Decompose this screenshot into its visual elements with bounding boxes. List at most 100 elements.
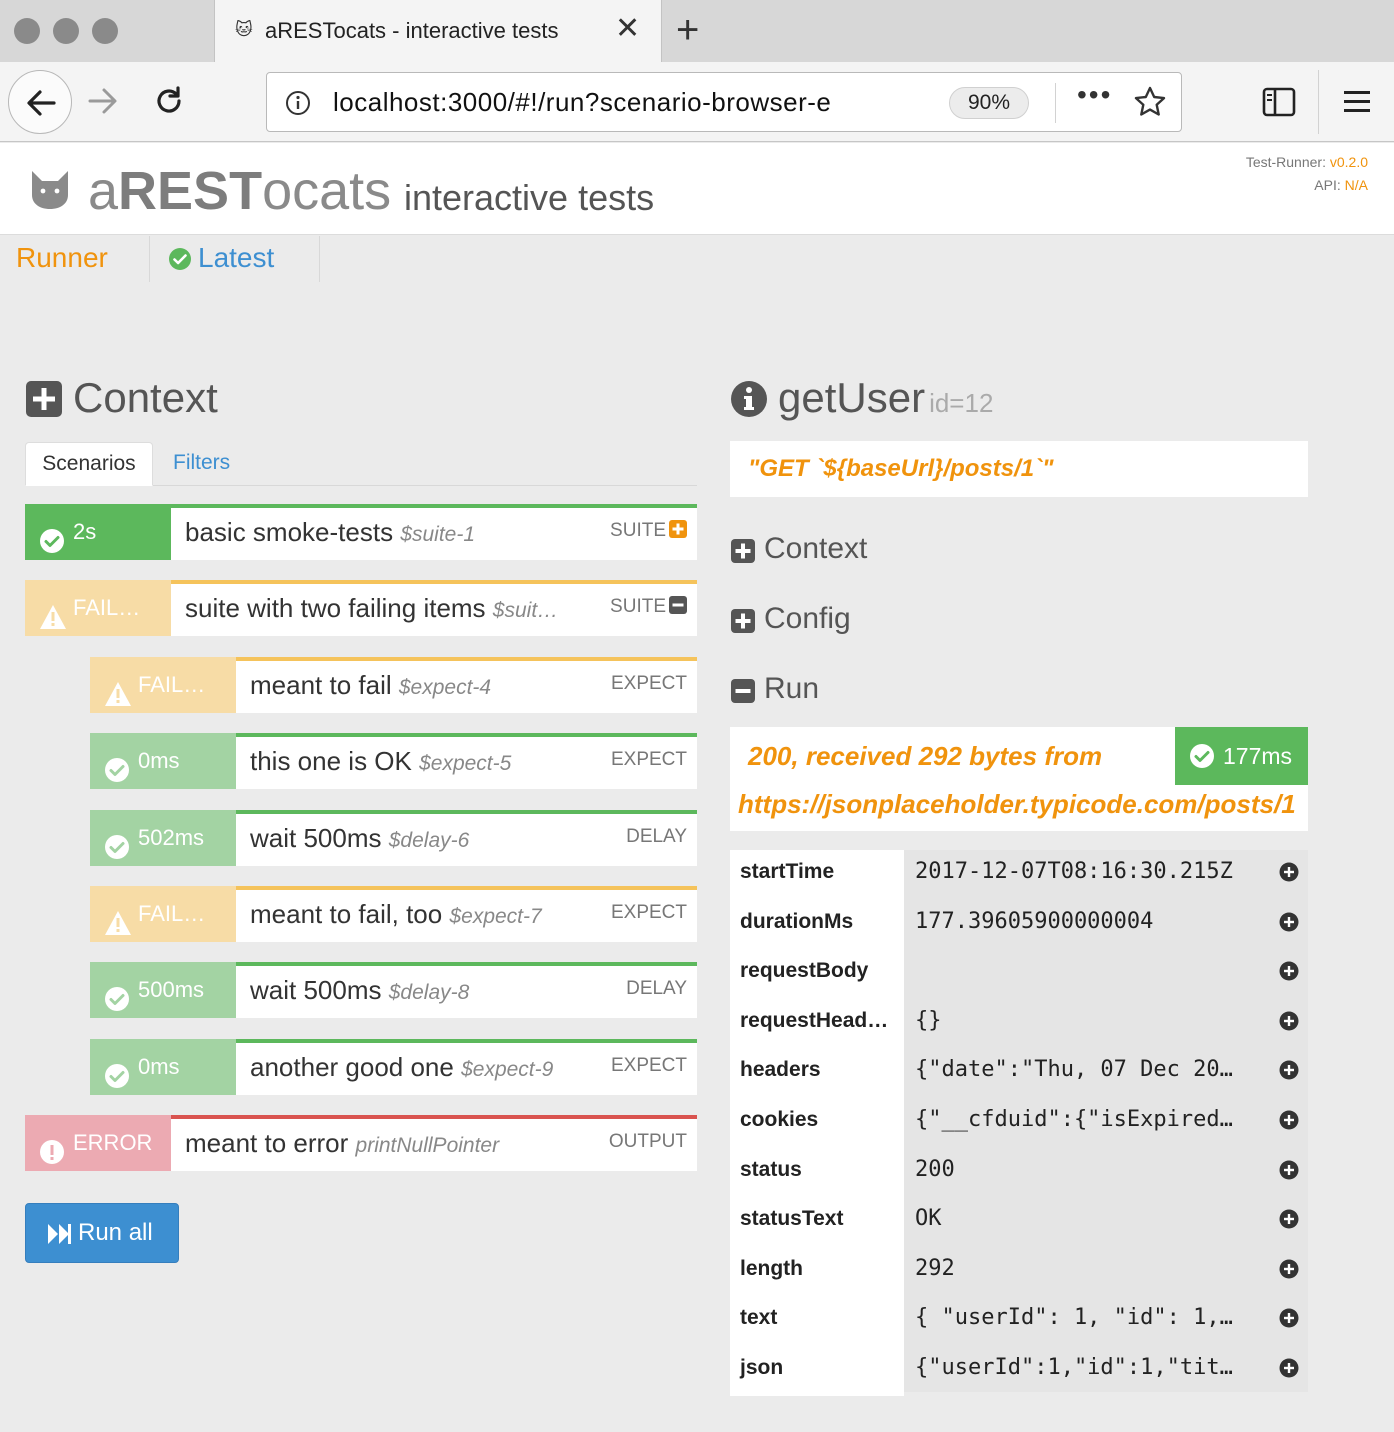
response-field-row: cookies {"__cfduid":{"isExpired… — [730, 1098, 1308, 1148]
scenario-status-text: ERROR — [73, 1130, 153, 1156]
scenario-status-badge[interactable]: FAIL… — [90, 886, 236, 942]
scenario-body[interactable]: this one is OK $expect-5 EXPECT — [236, 733, 697, 790]
warning-triangle-icon — [40, 605, 66, 630]
plus-square-icon[interactable] — [669, 520, 687, 538]
run-all-button[interactable]: Run all — [25, 1203, 179, 1263]
page-actions-icon[interactable]: ••• — [1077, 79, 1112, 111]
scenario-kind-label: OUTPUT — [608, 1131, 687, 1153]
scenario-status-badge[interactable]: 502ms — [90, 809, 236, 866]
scenario-row[interactable]: FAIL… suite with two failing items $suit…… — [25, 580, 697, 637]
tab-filters[interactable]: Filters — [173, 442, 230, 484]
zoom-level-badge[interactable]: 90% — [949, 87, 1029, 119]
version-info: Test-Runner: v0.2.0 API: N/A — [1246, 151, 1368, 197]
scenario-ref: $expect-4 — [398, 675, 492, 699]
response-field-row: status 200 — [730, 1147, 1308, 1198]
tab-scenarios[interactable]: Scenarios — [25, 442, 153, 486]
result-url-link[interactable]: https://jsonplaceholder.typicode.com/pos… — [738, 789, 1296, 820]
scenario-kind-label: SUITE — [610, 520, 666, 541]
new-tab-icon[interactable]: + — [676, 10, 699, 50]
window-minimize-dot[interactable] — [53, 18, 79, 44]
address-bar[interactable]: localhost:3000/#!/run?scenario-browser-e… — [266, 72, 1182, 132]
app-header: aRESTocats interactive tests Test-Runner… — [0, 143, 1394, 235]
menu-item-runner[interactable]: Runner — [0, 236, 150, 282]
scenario-body[interactable]: wait 500ms $delay-6 DELAY — [236, 809, 697, 866]
arrow-right-icon[interactable] — [86, 84, 120, 118]
context-title-text: Context — [73, 374, 218, 421]
scenario-body[interactable]: wait 500ms $delay-8 DELAY — [236, 962, 697, 1019]
scenario-status-badge[interactable]: ERROR — [25, 1115, 171, 1172]
scenario-title: this one is OK — [250, 746, 412, 777]
field-key: status — [730, 1147, 904, 1198]
scenario-row[interactable]: 0ms this one is OK $expect-5 EXPECT — [90, 733, 697, 790]
reload-icon[interactable] — [152, 84, 186, 118]
url-text[interactable]: localhost:3000/#!/run?scenario-browser-e — [333, 87, 883, 118]
runner-version-value: v0.2.0 — [1329, 154, 1368, 170]
scenario-row[interactable]: FAIL… meant to fail, too $expect-7 EXPECT — [90, 886, 697, 942]
plus-circle-icon[interactable] — [1279, 912, 1299, 932]
scenario-body[interactable]: meant to fail $expect-4 EXPECT — [236, 656, 697, 713]
field-value: { "userId": 1, "id": 1,… — [915, 1305, 1233, 1331]
section-run-label: Run — [764, 672, 820, 705]
plus-circle-icon[interactable] — [1279, 1160, 1299, 1180]
scenario-ref: $expect-7 — [449, 905, 542, 928]
scenario-kind: EXPECT — [611, 673, 687, 695]
scenario-status-badge[interactable]: 0ms — [90, 733, 236, 790]
plus-circle-icon[interactable] — [1279, 1110, 1299, 1130]
warning-triangle-icon — [105, 681, 131, 706]
scenario-status-badge[interactable]: 500ms — [90, 962, 236, 1019]
scenario-row[interactable]: FAIL… meant to fail $expect-4 EXPECT — [90, 656, 697, 713]
window-close-dot[interactable] — [14, 18, 40, 44]
plus-circle-icon[interactable] — [1279, 1011, 1299, 1031]
scenario-ref: $delay-6 — [388, 828, 470, 852]
browser-tab-active[interactable]: 🐱 aRESTocats - interactive tests ✕ — [214, 0, 662, 62]
field-value: 177.39605900000004 — [915, 908, 1154, 934]
field-value — [915, 949, 1265, 999]
arrow-left-icon — [27, 90, 56, 116]
scenario-status-text: 0ms — [138, 748, 180, 774]
scenario-row[interactable]: 502ms wait 500ms $delay-6 DELAY — [90, 809, 697, 866]
exclamation-circle-icon — [40, 1140, 64, 1165]
window-zoom-dot[interactable] — [92, 18, 118, 44]
hamburger-menu-icon[interactable] — [1342, 88, 1372, 116]
plus-circle-icon[interactable] — [1279, 1308, 1299, 1328]
menu-item-latest[interactable]: Latest — [150, 236, 320, 282]
scenario-body[interactable]: meant to error printNullPointer OUTPUT — [171, 1115, 697, 1172]
info-icon[interactable] — [285, 90, 311, 116]
scenario-row[interactable]: ERROR meant to error printNullPointer OUTP… — [25, 1115, 697, 1172]
plus-circle-icon[interactable] — [1279, 1259, 1299, 1279]
scenario-status-badge[interactable]: FAIL… — [90, 656, 236, 713]
field-value: {"date":"Thu, 07 Dec 20… — [915, 1057, 1233, 1083]
scenario-body[interactable]: suite with two failing items $suit… SUITE — [171, 580, 697, 637]
scenario-body[interactable]: meant to fail, too $expect-7 EXPECT — [236, 886, 697, 942]
plus-circle-icon[interactable] — [1279, 1358, 1299, 1378]
scenario-row[interactable]: 2s basic smoke-tests $suite-1 SUITE — [25, 504, 697, 560]
warning-triangle-icon — [105, 911, 131, 935]
plus-circle-icon[interactable] — [1279, 1209, 1299, 1229]
bookmark-star-icon[interactable] — [1133, 85, 1167, 119]
scenario-kind: DELAY — [626, 826, 687, 848]
scenario-status-badge[interactable]: 2s — [25, 504, 171, 560]
result-duration-badge: 177ms — [1175, 727, 1308, 785]
request-param: id=12 — [929, 388, 994, 418]
plus-circle-icon[interactable] — [1279, 1060, 1299, 1080]
field-value: {} — [915, 1007, 942, 1033]
sidebar-toggle-icon[interactable] — [1262, 86, 1296, 118]
scenario-row[interactable]: 500ms wait 500ms $delay-8 DELAY — [90, 962, 697, 1019]
response-field-row: durationMs 177.39605900000004 — [730, 899, 1308, 950]
scenario-body[interactable]: basic smoke-tests $suite-1 SUITE — [171, 504, 697, 560]
brand-part-a: a — [88, 161, 119, 221]
scenario-row[interactable]: 0ms another good one $expect-9 EXPECT — [90, 1038, 697, 1095]
minus-square-icon[interactable] — [669, 596, 687, 615]
plus-circle-icon[interactable] — [1279, 862, 1299, 882]
scenario-name: meant to fail, too $expect-7 — [250, 899, 591, 930]
scenario-status-badge[interactable]: FAIL… — [25, 580, 171, 637]
response-field-row: requestBody — [730, 949, 1308, 1000]
plus-circle-icon[interactable] — [1279, 961, 1299, 981]
scenario-status-badge[interactable]: 0ms — [90, 1038, 236, 1095]
brand-name[interactable]: aRESTocats — [88, 161, 391, 221]
scenario-body[interactable]: another good one $expect-9 EXPECT — [236, 1038, 697, 1095]
context-subtabs: Scenarios Filters — [25, 442, 697, 486]
back-button[interactable] — [8, 70, 72, 134]
tab-close-icon[interactable]: ✕ — [615, 14, 640, 44]
scenario-title: meant to fail — [250, 669, 392, 700]
